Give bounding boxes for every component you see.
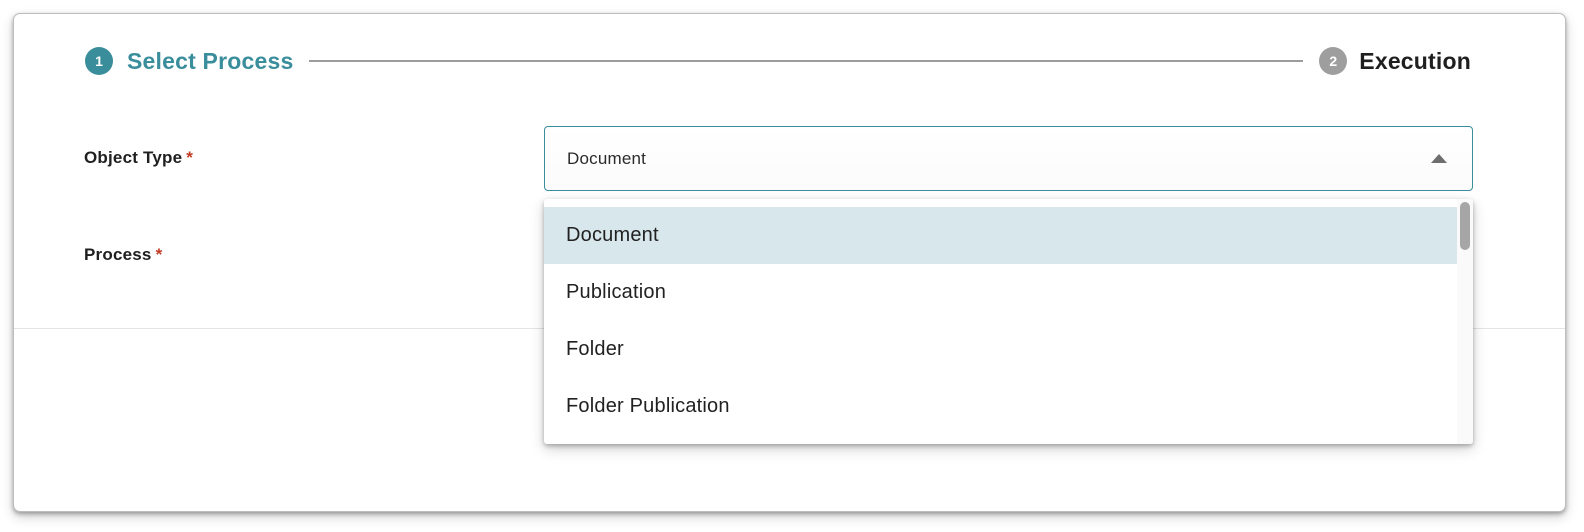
- dropdown-scrollbar-thumb[interactable]: [1460, 202, 1470, 250]
- step-1-label: Select Process: [127, 48, 293, 75]
- object-type-required-asterisk: *: [186, 148, 193, 167]
- object-type-selected-value: Document: [567, 149, 646, 169]
- wizard-card: 1 Select Process 2 Execution Object Type…: [13, 13, 1566, 512]
- dropdown-option-document[interactable]: Document: [544, 207, 1473, 264]
- stepper: 1 Select Process 2 Execution: [85, 47, 1471, 75]
- object-type-label-text: Object Type: [84, 148, 182, 167]
- dropdown-option-folder[interactable]: Folder: [544, 321, 1473, 378]
- object-type-dropdown-menu: Document Publication Folder Folder Publi…: [544, 199, 1473, 444]
- step-2-circle[interactable]: 2: [1319, 47, 1347, 75]
- chevron-up-icon[interactable]: [1431, 154, 1447, 163]
- process-required-asterisk: *: [156, 245, 163, 264]
- process-label: Process*: [84, 245, 162, 265]
- object-type-select[interactable]: Document: [544, 126, 1473, 191]
- step-1-circle[interactable]: 1: [85, 47, 113, 75]
- step-connector-line: [309, 60, 1303, 62]
- dropdown-option-folder-publication[interactable]: Folder Publication: [544, 378, 1473, 435]
- step-2-label: Execution: [1359, 48, 1471, 75]
- process-label-text: Process: [84, 245, 152, 264]
- dropdown-option-publication[interactable]: Publication: [544, 264, 1473, 321]
- object-type-label: Object Type*: [84, 148, 193, 168]
